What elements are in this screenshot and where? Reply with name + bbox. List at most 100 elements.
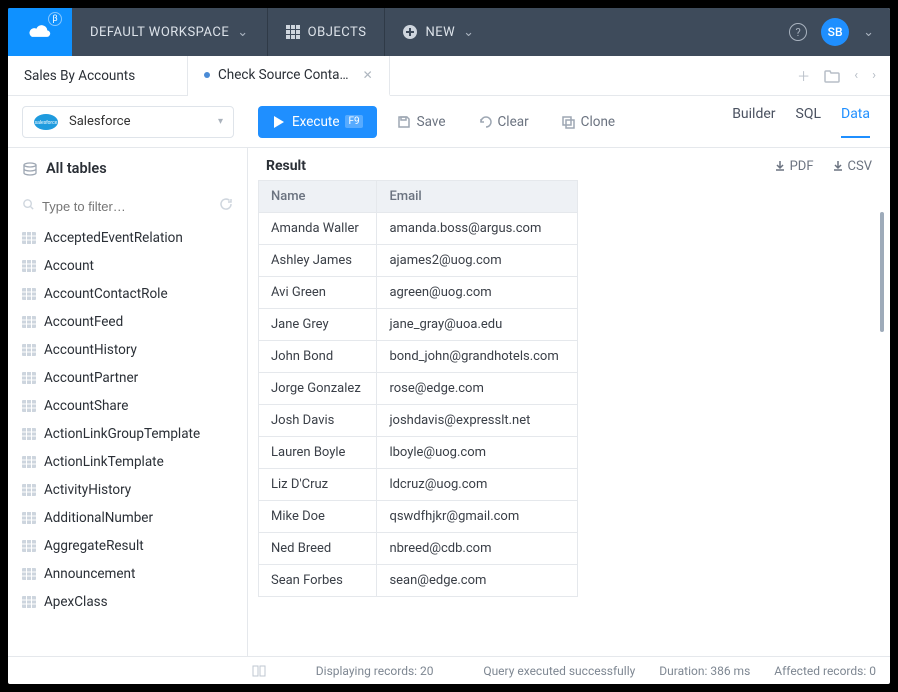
table-item[interactable]: AggregateResult [8, 532, 247, 560]
cell-email: nbreed@cdb.com [377, 533, 578, 565]
table-item[interactable]: AccountFeed [8, 308, 247, 336]
table-icon [22, 484, 36, 496]
unsaved-dot-icon [204, 72, 210, 78]
table-row[interactable]: Avi Greenagreen@uog.com [259, 277, 578, 309]
database-icon [22, 162, 38, 176]
download-icon [774, 160, 786, 172]
view-tab-builder[interactable]: Builder [732, 106, 775, 138]
table-item[interactable]: ActionLinkTemplate [8, 448, 247, 476]
execute-button[interactable]: Execute F9 [258, 106, 377, 138]
table-item-label: AccountHistory [44, 342, 137, 358]
chevron-down-icon: ⌄ [463, 25, 474, 40]
panel-toggle-icon[interactable] [22, 665, 266, 677]
connection-selector[interactable]: salesforce Salesforce ▾ [22, 106, 234, 138]
table-row[interactable]: Mike Doeqswdfhjkr@gmail.com [259, 501, 578, 533]
export-pdf-button[interactable]: PDF [774, 159, 814, 174]
table-icon [22, 540, 36, 552]
cell-email: jane_gray@uoa.edu [377, 309, 578, 341]
refresh-icon[interactable] [219, 197, 233, 211]
help-icon[interactable]: ? [789, 23, 807, 41]
close-icon[interactable]: ✕ [363, 68, 373, 82]
table-row[interactable]: Jane Greyjane_gray@uoa.edu [259, 309, 578, 341]
table-item[interactable]: AcceptedEventRelation [8, 224, 247, 252]
table-icon [22, 596, 36, 608]
new-tab-button[interactable]: ＋ [797, 66, 810, 85]
cell-email: sean@edge.com [377, 565, 578, 597]
open-button[interactable] [824, 69, 840, 83]
svg-text:salesforce: salesforce [35, 120, 58, 126]
tab-check-source-contacts[interactable]: Check Source Conta… ✕ [188, 56, 390, 96]
view-tab-data[interactable]: Data [841, 106, 870, 138]
sidebar-heading-label: All tables [46, 160, 107, 177]
table-item-label: Account [44, 258, 94, 274]
table-row[interactable]: Lauren Boylelboyle@uog.com [259, 437, 578, 469]
table-item[interactable]: AccountHistory [8, 336, 247, 364]
table-item[interactable]: AccountPartner [8, 364, 247, 392]
table-item[interactable]: Account [8, 252, 247, 280]
table-item-label: ActivityHistory [44, 482, 131, 498]
cell-name: John Bond [259, 341, 377, 373]
brand-logo[interactable]: β [8, 8, 72, 56]
chevron-down-icon: ▾ [218, 116, 223, 127]
column-header-name[interactable]: Name [259, 181, 377, 213]
column-header-email[interactable]: Email [377, 181, 578, 213]
cell-name: Jane Grey [259, 309, 377, 341]
table-item[interactable]: AdditionalNumber [8, 504, 247, 532]
table-row[interactable]: Jorge Gonzalezrose@edge.com [259, 373, 578, 405]
nav-objects[interactable]: OBJECTS [268, 8, 386, 56]
cell-email: lboyle@uog.com [377, 437, 578, 469]
table-item[interactable]: Announcement [8, 560, 247, 588]
table-row[interactable]: Ashley Jamesajames2@uog.com [259, 245, 578, 277]
table-icon [22, 512, 36, 524]
nav-new[interactable]: NEW ⌄ [385, 8, 492, 56]
scrollbar-thumb[interactable] [880, 212, 884, 332]
prev-tab-button[interactable]: ‹ [854, 68, 858, 83]
table-row[interactable]: Amanda Walleramanda.boss@argus.com [259, 213, 578, 245]
cell-email: ldcruz@uog.com [377, 469, 578, 501]
table-item[interactable]: AccountContactRole [8, 280, 247, 308]
table-item[interactable]: ActivityHistory [8, 476, 247, 504]
status-affected: Affected records: 0 [774, 664, 876, 678]
tab-sales-by-accounts[interactable]: Sales By Accounts [8, 56, 188, 95]
table-icon [22, 344, 36, 356]
cell-name: Amanda Waller [259, 213, 377, 245]
clone-icon [561, 115, 575, 129]
table-icon [22, 568, 36, 580]
table-row[interactable]: Liz D'Cruzldcruz@uog.com [259, 469, 578, 501]
table-icon [22, 316, 36, 328]
avatar[interactable]: SB [821, 18, 849, 46]
avatar-chevron-icon[interactable]: ⌄ [863, 25, 874, 40]
clear-button[interactable]: Clear [466, 106, 541, 138]
table-row[interactable]: Sean Forbessean@edge.com [259, 565, 578, 597]
cell-email: rose@edge.com [377, 373, 578, 405]
save-icon [397, 115, 411, 129]
cell-email: bond_john@grandhotels.com [377, 341, 578, 373]
table-item-label: AccountPartner [44, 370, 138, 386]
table-item-label: AccountFeed [44, 314, 123, 330]
cell-email: ajames2@uog.com [377, 245, 578, 277]
filter-input[interactable] [20, 195, 235, 218]
table-icon [22, 428, 36, 440]
view-tab-sql[interactable]: SQL [796, 106, 821, 138]
workspace-selector[interactable]: DEFAULT WORKSPACE ⌄ [72, 8, 268, 56]
toolbar: salesforce Salesforce ▾ Execute F9 Save … [8, 96, 890, 148]
save-button[interactable]: Save [385, 106, 458, 138]
status-message: Query executed successfully [483, 664, 635, 678]
table-item-label: AcceptedEventRelation [44, 230, 183, 246]
table-item[interactable]: ApexClass [8, 588, 247, 616]
status-bar: Displaying records: 20 Query executed su… [8, 656, 890, 684]
table-item-label: ActionLinkTemplate [44, 454, 164, 470]
table-row[interactable]: Josh Davisjoshdavis@expresslt.net [259, 405, 578, 437]
export-csv-button[interactable]: CSV [832, 159, 872, 174]
next-tab-button[interactable]: › [872, 68, 876, 83]
table-icon [22, 372, 36, 384]
table-item[interactable]: AccountShare [8, 392, 247, 420]
connection-label: Salesforce [69, 114, 130, 129]
table-row[interactable]: John Bondbond_john@grandhotels.com [259, 341, 578, 373]
clone-button[interactable]: Clone [549, 106, 627, 138]
sidebar: All tables AcceptedEventRelation Account A… [8, 148, 248, 656]
play-icon [272, 115, 286, 129]
content-area: Result PDF CSV Name Email [248, 148, 890, 656]
table-item[interactable]: ActionLinkGroupTemplate [8, 420, 247, 448]
table-row[interactable]: Ned Breednbreed@cdb.com [259, 533, 578, 565]
